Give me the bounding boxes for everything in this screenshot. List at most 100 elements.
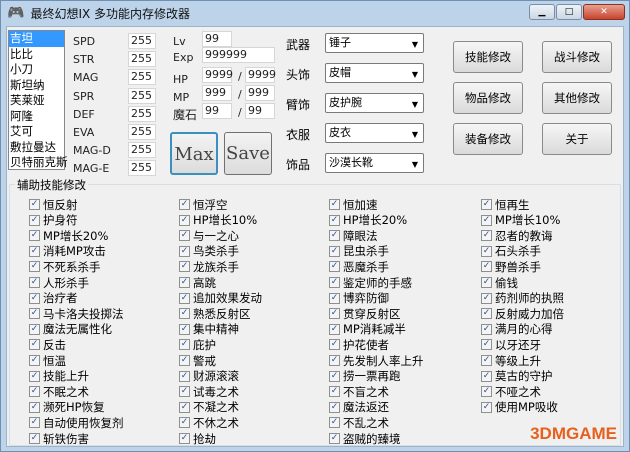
character-item[interactable]: 小刀 [9,62,64,78]
skill-checkbox[interactable]: ✓ HP增长20% [329,213,407,228]
equip-select[interactable]: 皮帽 ▼ [325,63,424,83]
skill-checkbox[interactable]: ✓ 恒浮空 [179,197,228,212]
skill-checkbox[interactable]: ✓ 偷钱 [481,275,518,290]
function-button[interactable]: 技能修改 [453,41,523,73]
skill-checkbox[interactable]: ✓ 警戒 [179,353,216,368]
skill-checkbox[interactable]: ✓ 恒再生 [481,197,530,212]
skill-checkbox[interactable]: ✓ 不眠之术 [29,384,89,399]
skill-checkbox[interactable]: ✓ 龙族杀手 [179,259,239,274]
skill-checkbox[interactable]: ✓ 石头杀手 [481,244,541,259]
hp-max-input[interactable]: 9999 [245,67,276,83]
skill-checkbox[interactable]: ✓ 满月的心得 [481,322,553,337]
skill-checkbox[interactable]: ✓ 反击 [29,337,66,352]
skill-checkbox[interactable]: ✓ 熟悉反射区 [179,306,251,321]
equip-select[interactable]: 锤子 ▼ [325,33,424,53]
skill-checkbox[interactable]: ✓ 治疗者 [29,291,78,306]
skill-checkbox[interactable]: ✓ 使用MP吸收 [481,400,558,415]
skill-checkbox[interactable]: ✓ 护花使者 [329,337,389,352]
skill-checkbox[interactable]: ✓ 不乱之术 [329,415,389,430]
skill-checkbox[interactable]: ✓ 先发制人率上升 [329,353,424,368]
equip-select[interactable]: 皮衣 ▼ [325,123,424,143]
skill-checkbox[interactable]: ✓ 捞一票再跑 [329,369,401,384]
stat-input[interactable]: 255 [128,160,156,177]
skill-checkbox[interactable]: ✓ 野兽杀手 [481,259,541,274]
character-item[interactable]: 斯坦纳 [9,78,64,94]
skill-checkbox[interactable]: ✓ 濒死HP恢复 [29,400,105,415]
stat-input[interactable]: 255 [128,51,156,68]
skill-checkbox[interactable]: ✓ 斩铁伤害 [29,431,89,446]
skill-checkbox[interactable]: ✓ 恶魔杀手 [329,259,389,274]
function-button[interactable]: 其他修改 [542,82,612,114]
skill-checkbox[interactable]: ✓ 不休之术 [179,415,239,430]
character-item[interactable]: 艾可 [9,124,64,140]
character-item[interactable]: 比比 [9,47,64,63]
skill-checkbox[interactable]: ✓ 魔法返还 [329,400,389,415]
skill-checkbox[interactable]: ✓ 等级上升 [481,353,541,368]
skill-checkbox[interactable]: ✓ 马卡洛夫投掷法 [29,306,124,321]
skill-checkbox[interactable]: ✓ 恒加速 [329,197,378,212]
skill-checkbox[interactable]: ✓ MP增长20% [29,228,108,243]
skill-checkbox[interactable]: ✓ 博弈防御 [329,291,389,306]
skill-checkbox[interactable]: ✓ 恒反射 [29,197,78,212]
stat-input[interactable]: 255 [128,69,156,86]
skill-checkbox[interactable]: ✓ 自动使用恢复剂 [29,415,124,430]
skill-checkbox[interactable]: ✓ 反射威力加倍 [481,306,564,321]
minimize-button[interactable]: ▁ [529,4,555,20]
skill-checkbox[interactable]: ✓ 鉴定师的手感 [329,275,412,290]
skill-checkbox[interactable]: ✓ MP增长10% [481,213,560,228]
function-button[interactable]: 关于 [542,123,612,155]
skill-checkbox[interactable]: ✓ 障眼法 [329,228,378,243]
skill-checkbox[interactable]: ✓ 盗贼的臻境 [329,431,401,446]
max-button[interactable]: Max [170,132,218,175]
skill-checkbox[interactable]: ✓ 鸟类杀手 [179,244,239,259]
exp-input[interactable]: 999999 [202,47,275,63]
skill-checkbox[interactable]: ✓ 不死系杀手 [29,259,101,274]
character-list[interactable]: 吉坦 比比 小刀 斯坦纳 芙莱娅 阿隆 艾可 敷拉曼达 贝特丽克斯 [8,30,68,171]
skill-checkbox[interactable]: ✓ 人形杀手 [29,275,89,290]
close-button[interactable]: ✕ [583,4,625,20]
skill-checkbox[interactable]: ✓ 高跳 [179,275,216,290]
skill-checkbox[interactable]: ✓ MP消耗减半 [329,322,406,337]
skill-checkbox[interactable]: ✓ 技能上升 [29,369,89,384]
skill-checkbox[interactable]: ✓ 抢劫 [179,431,216,446]
stone-max-input[interactable]: 99 [245,103,275,119]
character-item[interactable]: 阿隆 [9,109,64,125]
equip-select[interactable]: 沙漠长靴 ▼ [325,153,424,173]
equip-select[interactable]: 皮护腕 ▼ [325,93,424,113]
skill-checkbox[interactable]: ✓ 莫古的守护 [481,369,553,384]
character-item[interactable]: 芙莱娅 [9,93,64,109]
skill-checkbox[interactable]: ✓ 以牙还牙 [481,337,541,352]
stat-input[interactable]: 255 [128,124,156,140]
mp-max-input[interactable]: 999 [245,85,275,101]
skill-checkbox[interactable]: ✓ 贯穿反射区 [329,306,401,321]
character-item[interactable]: 敷拉曼达 [9,140,64,156]
skill-checkbox[interactable]: ✓ HP增长10% [179,213,257,228]
skill-checkbox[interactable]: ✓ 不盲之术 [329,384,389,399]
skill-checkbox[interactable]: ✓ 追加效果发动 [179,291,262,306]
mp-input[interactable]: 999 [202,85,232,101]
stat-input[interactable]: 255 [128,87,156,104]
stat-input[interactable]: 255 [128,33,156,49]
skill-checkbox[interactable]: ✓ 消耗MP攻击 [29,244,106,259]
function-button[interactable]: 装备修改 [453,123,523,155]
skill-checkbox[interactable]: ✓ 魔法无属性化 [29,322,112,337]
stone-input[interactable]: 99 [202,103,232,119]
skill-checkbox[interactable]: ✓ 庇护 [179,337,216,352]
hp-input[interactable]: 9999 [202,67,233,83]
skill-checkbox[interactable]: ✓ 试毒之术 [179,384,239,399]
maximize-button[interactable]: □ [556,4,582,20]
stat-input[interactable]: 255 [128,142,156,159]
skill-checkbox[interactable]: ✓ 忍者的教诲 [481,228,553,243]
character-item[interactable]: 贝特丽克斯 [9,155,68,171]
save-button[interactable]: Save [224,132,272,175]
skill-checkbox[interactable]: ✓ 财源滚滚 [179,369,239,384]
skill-checkbox[interactable]: ✓ 不哑之术 [481,384,541,399]
skill-checkbox[interactable]: ✓ 护身符 [29,213,78,228]
skill-checkbox[interactable]: ✓ 不凝之术 [179,400,239,415]
stat-input[interactable]: 255 [128,105,156,122]
skill-checkbox[interactable]: ✓ 昆虫杀手 [329,244,389,259]
lv-input[interactable]: 99 [202,31,232,47]
skill-checkbox[interactable]: ✓ 药剂师的执照 [481,291,564,306]
function-button[interactable]: 物品修改 [453,82,523,114]
skill-checkbox[interactable]: ✓ 恒温 [29,353,66,368]
